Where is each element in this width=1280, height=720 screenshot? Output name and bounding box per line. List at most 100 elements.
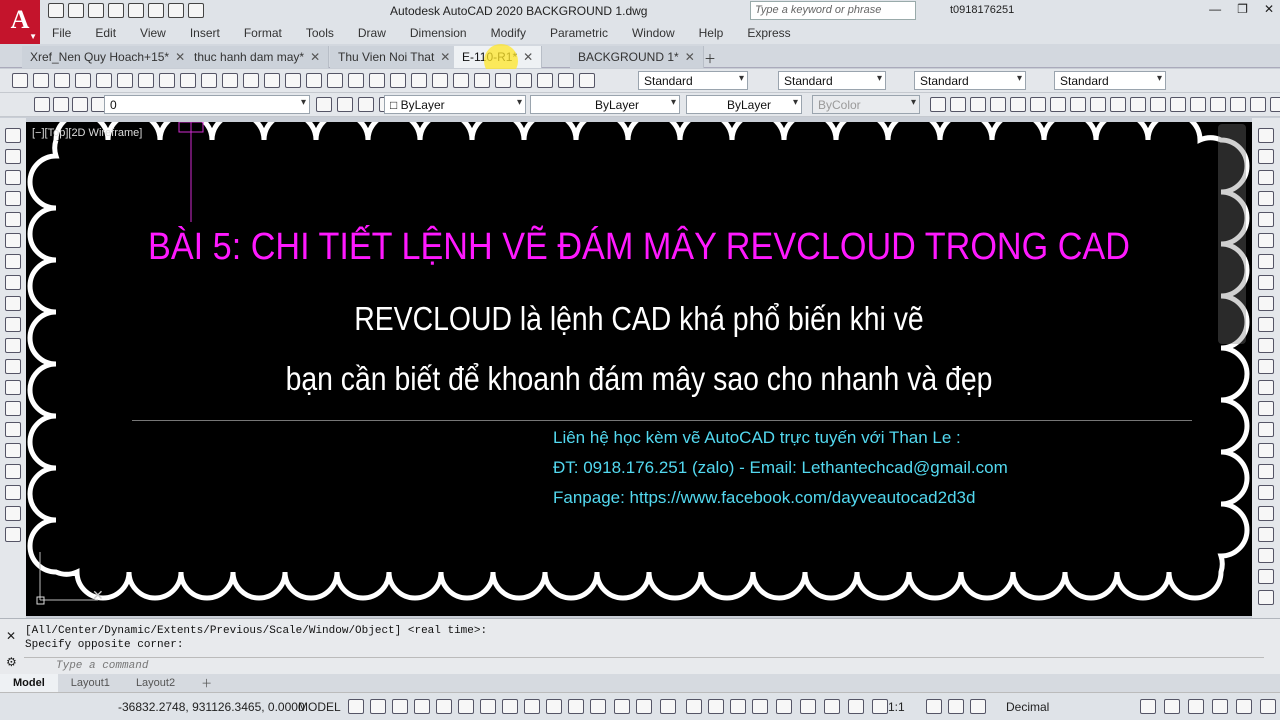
status-toggle-icon[interactable] [776, 699, 792, 714]
status-toggle-icon[interactable] [948, 699, 964, 714]
toolbar-tool-icon[interactable] [264, 73, 280, 88]
modify-tool-icon[interactable] [1258, 191, 1274, 206]
close-icon[interactable]: ✕ [523, 50, 533, 64]
status-toggle-icon[interactable] [926, 699, 942, 714]
toolbar-tool-icon[interactable] [1070, 97, 1086, 112]
search-input[interactable]: Type a keyword or phrase [750, 1, 916, 20]
draw-tool-icon[interactable] [5, 464, 21, 479]
toolbar-tool-icon[interactable] [1150, 97, 1166, 112]
status-toggle-icon[interactable] [686, 699, 702, 714]
toolbar-tool-icon[interactable] [1090, 97, 1106, 112]
toolbar-tool-icon[interactable] [474, 73, 490, 88]
toolbar-tool-icon[interactable] [950, 97, 966, 112]
toolbar-tool-icon[interactable] [33, 73, 49, 88]
modify-tool-icon[interactable] [1258, 380, 1274, 395]
tab-thu-vien[interactable]: Thu Vien Noi That ✕ [330, 46, 460, 68]
status-toggle-icon[interactable] [824, 699, 840, 714]
draw-tool-icon[interactable] [5, 128, 21, 143]
print-icon[interactable] [148, 3, 164, 18]
draw-tool-icon[interactable] [5, 338, 21, 353]
status-toggle-icon[interactable] [636, 699, 652, 714]
draw-tool-icon[interactable] [5, 212, 21, 227]
toolbar-tool-icon[interactable] [12, 73, 28, 88]
toolbar-tool-icon[interactable] [1130, 97, 1146, 112]
close-icon[interactable]: ✕ [440, 50, 450, 64]
text-style-select[interactable]: Standard ▾ [638, 71, 748, 90]
save-icon[interactable] [88, 3, 104, 18]
draw-tool-icon[interactable] [5, 149, 21, 164]
application-menu-button[interactable]: A ▼ [0, 0, 40, 44]
menu-item[interactable]: Edit [95, 26, 116, 40]
status-toggle-icon[interactable] [414, 699, 430, 714]
draw-tool-icon[interactable] [5, 296, 21, 311]
toolbar-tool-icon[interactable] [1210, 97, 1226, 112]
status-toggle-icon[interactable] [1188, 699, 1204, 714]
menu-item[interactable]: Help [699, 26, 724, 40]
tab-thuc-hanh[interactable]: thuc hanh dam may* ✕ [186, 46, 330, 68]
toolbar-tool-icon[interactable] [1230, 97, 1246, 112]
menu-item[interactable]: Express [747, 26, 790, 40]
drawing-canvas[interactable]: ✕ [−][Top][2D Wireframe] BÀI 5: CHI TIẾT… [26, 122, 1252, 616]
status-toggle-icon[interactable] [568, 699, 584, 714]
toolbar-tool-icon[interactable] [306, 73, 322, 88]
color-select[interactable]: □ ByLayer ▾ [384, 95, 526, 114]
toolbar-tool-icon[interactable] [453, 73, 469, 88]
menu-item[interactable]: Tools [306, 26, 334, 40]
annotation-scale[interactable]: 1:1 [888, 700, 905, 714]
model-space-toggle[interactable]: MODEL [298, 700, 341, 714]
status-toggle-icon[interactable] [458, 699, 474, 714]
toolbar-tool-icon[interactable] [180, 73, 196, 88]
modify-tool-icon[interactable] [1258, 527, 1274, 542]
toolbar-tool-icon[interactable] [243, 73, 259, 88]
toolbar-tool-icon[interactable] [1190, 97, 1206, 112]
menu-item[interactable]: Window [632, 26, 675, 40]
toolbar-tool-icon[interactable] [1010, 97, 1026, 112]
modify-tool-icon[interactable] [1258, 170, 1274, 185]
modify-tool-icon[interactable] [1258, 275, 1274, 290]
close-icon[interactable]: ✕ [685, 50, 695, 64]
status-toggle-icon[interactable] [546, 699, 562, 714]
modify-tool-icon[interactable] [1258, 317, 1274, 332]
status-toggle-icon[interactable] [708, 699, 724, 714]
toolbar-tool-icon[interactable] [53, 97, 69, 112]
toolbar-tool-icon[interactable] [75, 73, 91, 88]
status-toggle-icon[interactable] [614, 699, 630, 714]
modify-tool-icon[interactable] [1258, 569, 1274, 584]
toolbar-tool-icon[interactable] [1170, 97, 1186, 112]
status-toggle-icon[interactable] [1164, 699, 1180, 714]
status-toggle-icon[interactable] [502, 699, 518, 714]
tab-background[interactable]: BACKGROUND 1* ✕ [570, 46, 704, 68]
draw-tool-icon[interactable] [5, 275, 21, 290]
toolbar-tool-icon[interactable] [369, 73, 385, 88]
maximize-icon[interactable]: ❐ [1237, 2, 1248, 16]
toolbar-tool-icon[interactable] [72, 97, 88, 112]
toolbar-tool-icon[interactable] [1050, 97, 1066, 112]
menu-item[interactable]: Modify [491, 26, 526, 40]
toolbar-tool-icon[interactable] [117, 73, 133, 88]
status-toggle-icon[interactable] [524, 699, 540, 714]
draw-tool-icon[interactable] [5, 401, 21, 416]
status-toggle-icon[interactable] [970, 699, 986, 714]
status-toggle-icon[interactable] [752, 699, 768, 714]
toolbar-tool-icon[interactable] [1250, 97, 1266, 112]
modify-tool-icon[interactable] [1258, 443, 1274, 458]
menu-item[interactable]: File [52, 26, 71, 40]
add-layout-button[interactable]: ＋ [188, 675, 225, 691]
menu-item[interactable]: Dimension [410, 26, 467, 40]
toolbar-tool-icon[interactable] [537, 73, 553, 88]
status-toggle-icon[interactable] [660, 699, 676, 714]
draw-tool-icon[interactable] [5, 170, 21, 185]
draw-tool-icon[interactable] [5, 422, 21, 437]
status-toggle-icon[interactable] [730, 699, 746, 714]
modify-tool-icon[interactable] [1258, 401, 1274, 416]
status-toggle-icon[interactable] [392, 699, 408, 714]
draw-tool-icon[interactable] [5, 233, 21, 248]
menu-item[interactable]: Parametric [550, 26, 608, 40]
toolbar-tool-icon[interactable] [201, 73, 217, 88]
close-icon[interactable]: ✕ [1264, 2, 1274, 16]
status-toggle-icon[interactable] [1236, 699, 1252, 714]
layer-select[interactable]: 0 ▾ [104, 95, 310, 114]
toolbar-tool-icon[interactable] [579, 73, 595, 88]
close-icon[interactable]: ✕ [6, 629, 16, 643]
toolbar-tool-icon[interactable] [358, 97, 374, 112]
